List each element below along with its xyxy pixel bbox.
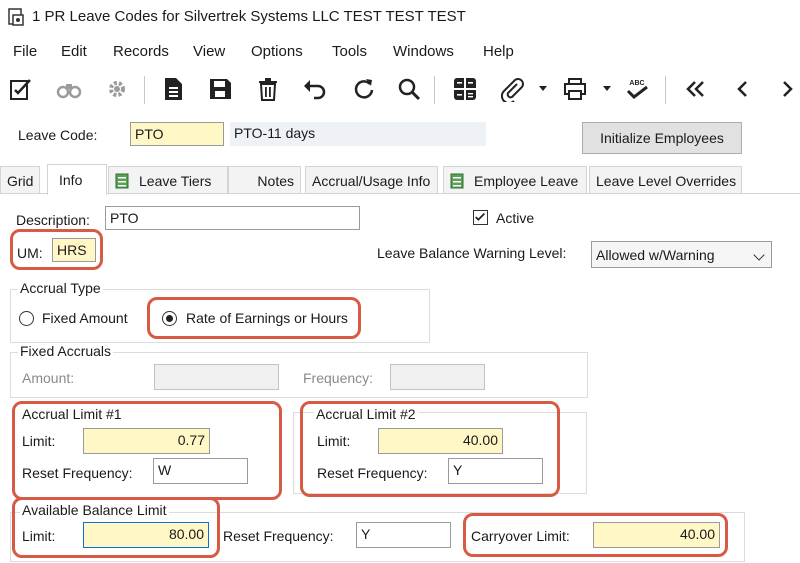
limit-1-label: Limit: bbox=[22, 433, 56, 449]
tab-label: Grid bbox=[7, 172, 34, 189]
reset-frequency-2-label: Reset Frequency: bbox=[317, 465, 428, 481]
app-icon bbox=[8, 8, 24, 26]
carryover-limit-label: Carryover Limit: bbox=[471, 528, 570, 544]
tab-label: Employee Leave bbox=[474, 172, 579, 189]
amount-label: Amount: bbox=[22, 370, 75, 386]
tab-leave-tiers[interactable]: Leave Tiers bbox=[108, 166, 228, 194]
initialize-employees-button[interactable]: Initialize Employees bbox=[582, 122, 742, 154]
tab-info[interactable]: Info bbox=[47, 164, 107, 195]
tab-employee-leave[interactable]: Employee Leave bbox=[443, 166, 587, 194]
attachment-icon[interactable] bbox=[497, 74, 527, 104]
table-icon bbox=[115, 173, 129, 188]
available-reset-frequency-label: Reset Frequency: bbox=[223, 528, 334, 544]
available-balance-title: Available Balance Limit bbox=[20, 502, 169, 518]
menu-bar: File Edit Records View Options Tools Win… bbox=[0, 38, 800, 66]
um-input[interactable]: HRS bbox=[52, 238, 96, 262]
menu-file[interactable]: File bbox=[13, 43, 37, 60]
fixed-accruals-title: Fixed Accruals bbox=[18, 343, 114, 359]
binoculars-icon bbox=[54, 74, 84, 104]
amount-input bbox=[154, 364, 279, 390]
menu-help[interactable]: Help bbox=[483, 43, 514, 60]
tab-divider bbox=[0, 193, 800, 194]
menu-edit[interactable]: Edit bbox=[61, 43, 87, 60]
window-title: 1 PR Leave Codes for Silvertrek Systems … bbox=[32, 8, 466, 25]
search-icon[interactable] bbox=[394, 74, 424, 104]
tab-label: Leave Tiers bbox=[139, 172, 212, 189]
warning-level-select[interactable]: Allowed w/Warning bbox=[591, 241, 772, 268]
frequency-input bbox=[390, 364, 485, 390]
tab-label: Leave Level Overrides bbox=[596, 172, 737, 189]
rate-of-earnings-label: Rate of Earnings or Hours bbox=[186, 310, 348, 326]
toolbar-separator bbox=[434, 76, 435, 104]
svg-text:ABC: ABC bbox=[629, 80, 644, 87]
menu-records[interactable]: Records bbox=[113, 43, 169, 60]
fixed-amount-label: Fixed Amount bbox=[42, 310, 128, 326]
menu-view[interactable]: View bbox=[193, 43, 225, 60]
print-dropdown-icon[interactable] bbox=[603, 86, 611, 91]
accrual-limit-2-title: Accrual Limit #2 bbox=[314, 406, 418, 422]
toolbar-separator bbox=[665, 76, 666, 104]
attachment-dropdown-icon[interactable] bbox=[539, 86, 547, 91]
print-icon[interactable] bbox=[560, 74, 590, 104]
leave-code-label: Leave Code: bbox=[18, 127, 98, 143]
undo-icon[interactable] bbox=[300, 74, 330, 104]
limit-1-input[interactable]: 0.77 bbox=[83, 428, 210, 454]
reset-frequency-1-label: Reset Frequency: bbox=[22, 465, 133, 481]
available-limit-input[interactable]: 80.00 bbox=[83, 522, 209, 548]
tab-strip: Grid Info Leave Tiers Notes Accrual/Usag… bbox=[0, 164, 800, 195]
leave-code-input[interactable]: PTO bbox=[130, 122, 224, 146]
description-input[interactable]: PTO bbox=[105, 206, 360, 230]
reset-frequency-1-input[interactable]: W bbox=[153, 458, 248, 484]
frequency-label: Frequency: bbox=[303, 370, 374, 386]
first-record-icon[interactable] bbox=[680, 74, 710, 104]
active-label: Active bbox=[496, 210, 535, 226]
toolbar: ABC bbox=[0, 70, 800, 110]
limit-2-label: Limit: bbox=[317, 433, 351, 449]
fixed-amount-radio[interactable] bbox=[19, 311, 34, 326]
delete-icon[interactable] bbox=[253, 74, 283, 104]
chevron-down-icon bbox=[753, 249, 765, 261]
previous-record-icon[interactable] bbox=[728, 74, 758, 104]
tab-notes[interactable]: Notes bbox=[228, 166, 301, 194]
title-bar: 1 PR Leave Codes for Silvertrek Systems … bbox=[0, 0, 800, 34]
new-document-icon[interactable] bbox=[158, 74, 188, 104]
limit-2-input[interactable]: 40.00 bbox=[378, 428, 503, 454]
accrual-limit-1-title: Accrual Limit #1 bbox=[20, 406, 124, 422]
um-label: UM: bbox=[17, 245, 43, 261]
spellcheck-icon[interactable]: ABC bbox=[622, 74, 652, 104]
toolbar-separator bbox=[144, 76, 145, 104]
save-icon[interactable] bbox=[205, 74, 235, 104]
tab-label: Info bbox=[59, 172, 83, 188]
leave-code-description: PTO-11 days bbox=[230, 122, 486, 146]
calculator-icon[interactable] bbox=[450, 74, 480, 104]
carryover-limit-input[interactable]: 40.00 bbox=[593, 522, 720, 548]
menu-options[interactable]: Options bbox=[251, 43, 303, 60]
warning-level-value: Allowed w/Warning bbox=[596, 247, 715, 263]
tab-leave-level-overrides[interactable]: Leave Level Overrides bbox=[589, 166, 742, 194]
available-limit-label: Limit: bbox=[22, 528, 56, 544]
refresh-icon[interactable] bbox=[348, 74, 378, 104]
tab-accrual-usage-info[interactable]: Accrual/Usage Info bbox=[305, 166, 438, 194]
tab-grid[interactable]: Grid bbox=[0, 166, 40, 194]
menu-tools[interactable]: Tools bbox=[332, 43, 367, 60]
rate-of-earnings-radio[interactable] bbox=[162, 311, 177, 326]
reset-frequency-2-input[interactable]: Y bbox=[448, 458, 543, 484]
edit-checklist-icon[interactable] bbox=[6, 74, 36, 104]
gear-icon bbox=[102, 74, 132, 104]
table-icon bbox=[450, 173, 464, 188]
available-reset-frequency-input[interactable]: Y bbox=[356, 522, 451, 548]
tab-label: Accrual/Usage Info bbox=[312, 172, 431, 189]
active-checkbox[interactable] bbox=[473, 210, 488, 225]
tab-label: Notes bbox=[257, 172, 294, 189]
menu-windows[interactable]: Windows bbox=[393, 43, 454, 60]
description-label: Description: bbox=[16, 212, 90, 228]
accrual-type-title: Accrual Type bbox=[18, 280, 103, 296]
next-record-icon[interactable] bbox=[772, 74, 800, 104]
warning-level-label: Leave Balance Warning Level: bbox=[377, 245, 567, 261]
